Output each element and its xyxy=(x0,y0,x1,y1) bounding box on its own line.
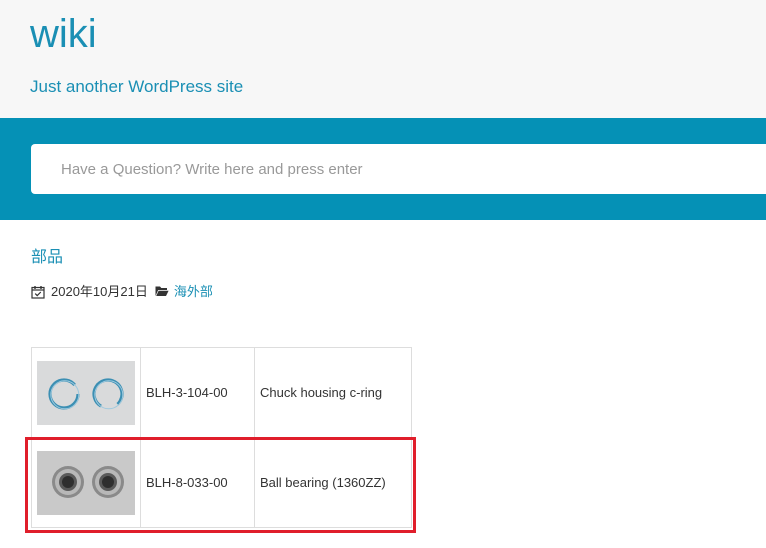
image-cell xyxy=(31,437,141,528)
category-link[interactable]: 海外部 xyxy=(174,283,213,301)
part-code: BLH-3-104-00 xyxy=(140,347,255,438)
table-row: BLH-8-033-00 Ball bearing (1360ZZ) xyxy=(31,437,412,528)
post-title[interactable]: 部品 xyxy=(31,247,63,269)
search-band xyxy=(0,118,766,220)
search-input[interactable] xyxy=(31,144,766,194)
folder-open-icon xyxy=(155,285,169,299)
ball-bearing-photo[interactable] xyxy=(37,450,135,515)
site-header: wiki Just another WordPress site xyxy=(0,0,766,118)
part-code: BLH-8-033-00 xyxy=(140,437,255,528)
c-ring-photo[interactable] xyxy=(37,360,135,425)
calendar-check-icon xyxy=(31,285,45,299)
parts-table: BLH-3-104-00 Chuck housing c-ring BLH-8-… xyxy=(31,347,412,528)
post-date: 2020年10月21日 xyxy=(51,284,148,299)
post-meta: 2020年10月21日 海外部 xyxy=(31,283,213,301)
part-description: Chuck housing c-ring xyxy=(254,347,412,438)
table-row: BLH-3-104-00 Chuck housing c-ring xyxy=(31,347,412,438)
site-title[interactable]: wiki xyxy=(30,10,97,58)
site-tagline: Just another WordPress site xyxy=(30,77,244,96)
part-description: Ball bearing (1360ZZ) xyxy=(254,437,412,528)
image-cell xyxy=(31,347,141,438)
